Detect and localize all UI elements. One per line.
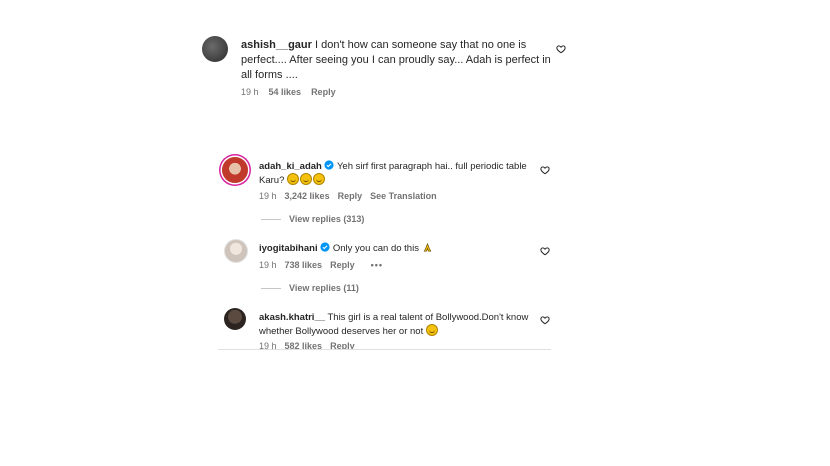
like-count[interactable]: 582 likes <box>285 341 323 349</box>
reply-button[interactable]: Reply <box>330 341 355 349</box>
smile-emoji <box>425 324 438 336</box>
heart-icon[interactable] <box>540 315 550 325</box>
comment-username[interactable]: akash.khatri__ <box>259 312 325 323</box>
comment-body: akash.khatri__ This girl is a real talen… <box>259 311 534 338</box>
avatar[interactable] <box>224 308 246 330</box>
comment-meta: 19 h 582 likes Reply <box>259 341 355 349</box>
comment-time[interactable]: 19 h <box>259 341 277 349</box>
list-bottom-divider <box>218 349 551 350</box>
comment-akash: akash.khatri__ This girl is a real talen… <box>0 0 830 349</box>
